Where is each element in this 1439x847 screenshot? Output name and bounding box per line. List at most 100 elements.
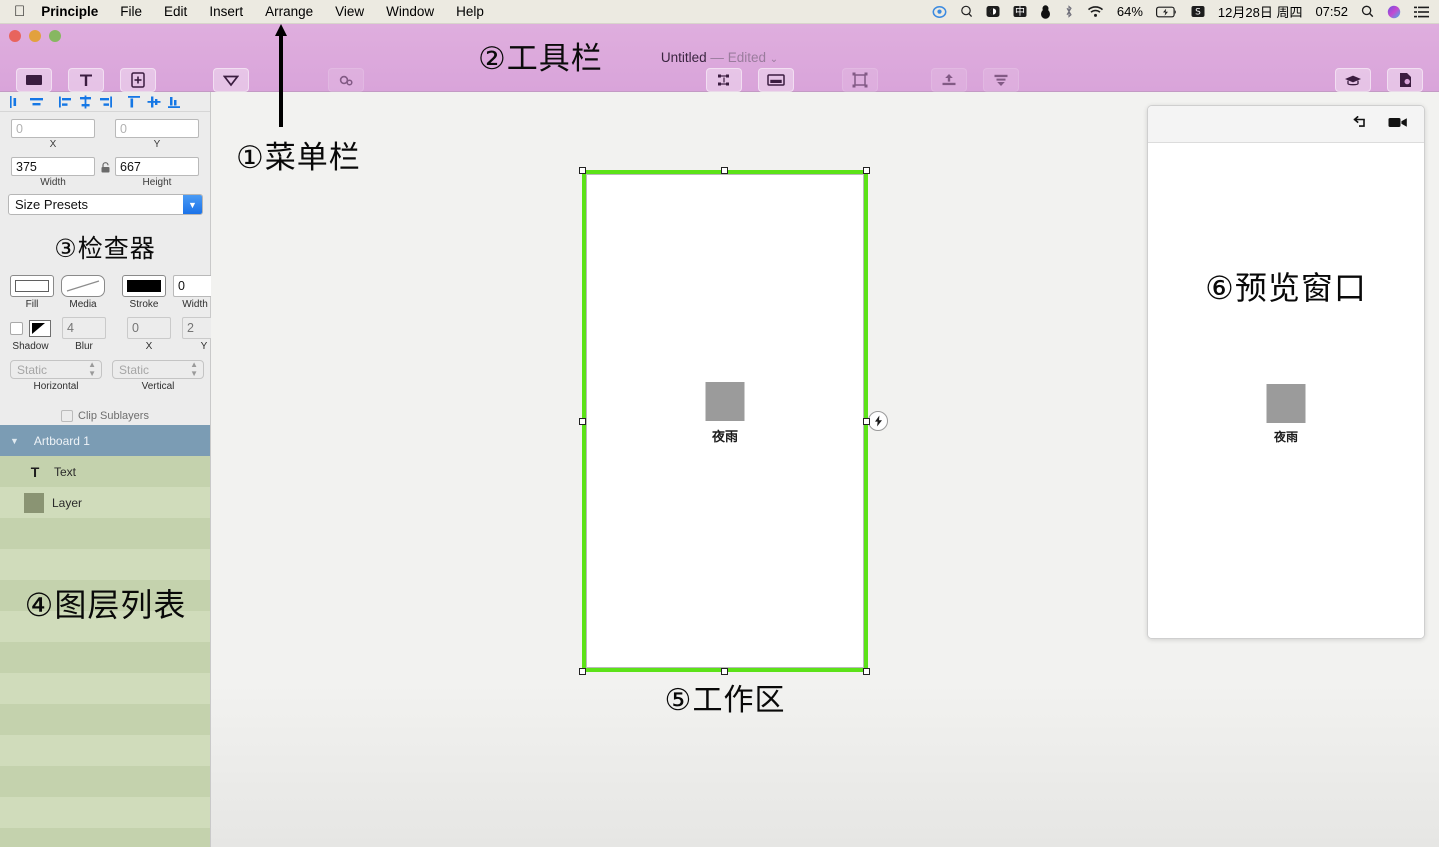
y-input[interactable] <box>115 119 199 138</box>
menu-item-file[interactable]: File <box>120 4 142 19</box>
wifi-icon[interactable] <box>1087 5 1104 18</box>
shadow-x-label: X <box>145 341 153 352</box>
shadow-x-input[interactable] <box>127 317 171 339</box>
shape-layer-icon <box>24 492 44 513</box>
menu-item-principle[interactable]: Principle <box>41 4 98 19</box>
clip-sublayers-row[interactable]: Clip Sublayers <box>0 410 210 422</box>
video-record-icon[interactable] <box>1388 116 1408 132</box>
svg-text:中: 中 <box>1015 5 1025 18</box>
distribute-center-icon[interactable] <box>77 95 94 109</box>
resize-handle-top-right[interactable] <box>863 167 870 174</box>
sogou-input-icon[interactable]: S <box>1191 5 1205 18</box>
fill-label: Fill <box>25 299 39 310</box>
distribute-right-icon[interactable] <box>97 95 114 109</box>
align-middle-icon[interactable] <box>146 95 163 109</box>
resize-handle-bottom-center[interactable] <box>721 668 728 675</box>
chevron-down-icon[interactable]: ▼ <box>183 195 202 214</box>
shadow-checkbox[interactable] <box>10 321 23 335</box>
close-window-button[interactable] <box>9 30 21 42</box>
menu-item-insert[interactable]: Insert <box>209 4 243 19</box>
menu-item-arrange[interactable]: Arrange <box>265 4 313 19</box>
media-cell: Media <box>61 275 105 310</box>
layer-row-text[interactable]: T Text <box>0 456 210 487</box>
clip-sublayers-checkbox[interactable] <box>61 410 74 422</box>
stroke-label: Stroke <box>129 299 159 310</box>
svg-text:S: S <box>1195 8 1201 18</box>
width-input[interactable] <box>11 157 95 176</box>
align-left-icon[interactable] <box>8 95 25 109</box>
document-title-bar: Untitled — Edited ⌄ <box>0 50 1439 65</box>
rectangle-icon <box>16 68 52 92</box>
reset-arrow-icon[interactable] <box>1350 115 1366 133</box>
shadow-row: Shadow Blur X Y <box>0 317 226 352</box>
layer-row-empty <box>0 549 210 580</box>
resize-handle-bottom-right[interactable] <box>863 668 870 675</box>
layer-row-artboard[interactable]: ▼ Artboard 1 <box>0 425 210 456</box>
annotation-arrow-to-menubar <box>275 24 287 127</box>
zoom-window-button[interactable] <box>49 30 61 42</box>
chevron-down-icon[interactable]: ⌄ <box>770 54 778 65</box>
preview-window-canvas[interactable]: ⑥预览窗口 夜雨 <box>1148 143 1424 638</box>
stroke-swatch[interactable] <box>122 275 166 297</box>
menu-item-view[interactable]: View <box>335 4 364 19</box>
disclosure-triangle-icon[interactable]: ▼ <box>10 436 19 446</box>
horizontal-constraint-select[interactable]: Static ▲ ▼ <box>10 360 102 379</box>
layer-name-artboard: Artboard 1 <box>33 433 90 448</box>
resize-handle-top-left[interactable] <box>579 167 586 174</box>
preview-window: ⑥预览窗口 夜雨 <box>1147 105 1425 639</box>
layer-row-empty <box>0 611 210 642</box>
align-top-icon[interactable] <box>126 95 143 109</box>
text-icon <box>68 68 104 92</box>
stepper-updown-icon[interactable]: ▲ ▼ <box>190 360 198 378</box>
menu-item-edit[interactable]: Edit <box>164 4 187 19</box>
artboard-rectangle-layer[interactable] <box>705 382 745 421</box>
fill-swatch[interactable] <box>10 275 54 297</box>
apple-logo-icon[interactable]:  <box>14 4 25 19</box>
preview-rectangle-layer[interactable] <box>1266 384 1306 423</box>
shadow-color-swatch[interactable] <box>29 319 51 337</box>
aspect-lock-icon[interactable] <box>98 161 112 179</box>
height-field-cell: Height <box>112 157 202 188</box>
spotlight-search-icon[interactable] <box>1361 5 1374 18</box>
x-input[interactable] <box>11 119 95 138</box>
resize-handle-middle-right[interactable] <box>863 418 870 425</box>
align-bottom-icon[interactable] <box>166 95 183 109</box>
media-swatch[interactable] <box>61 275 105 297</box>
height-input[interactable] <box>115 157 199 176</box>
resize-handle-bottom-left[interactable] <box>579 668 586 675</box>
drivers-icon <box>706 68 742 92</box>
magnifier-badge-icon[interactable] <box>960 5 973 18</box>
vertical-constraint-cell: Static ▲ ▼ Vertical <box>112 360 204 392</box>
size-presets-dropdown[interactable]: Size Presets ▼ <box>8 194 203 215</box>
menu-bar-status-area: 中 64% S 12月28日 周四 07:52 <box>919 2 1429 21</box>
menu-item-window[interactable]: Window <box>386 4 434 19</box>
control-center-icon[interactable] <box>1414 6 1429 18</box>
import-icon <box>213 68 249 92</box>
align-center-horizontal-icon[interactable] <box>28 95 45 109</box>
group-icon <box>842 68 878 92</box>
driver-link-icon[interactable] <box>868 411 888 431</box>
position-fields-row: X Y <box>0 119 210 150</box>
input-method-chinese-icon[interactable]: 中 <box>1013 5 1027 18</box>
preview-text-layer: 夜雨 <box>1273 430 1299 444</box>
bluetooth-icon[interactable] <box>1064 5 1074 18</box>
qq-penguin-icon[interactable] <box>1040 4 1051 19</box>
layer-row-layer[interactable]: Layer <box>0 487 210 518</box>
resize-handle-middle-left[interactable] <box>579 418 586 425</box>
distribute-left-icon[interactable] <box>57 95 74 109</box>
resize-handle-top-center[interactable] <box>721 167 728 174</box>
battery-charging-icon[interactable] <box>1155 6 1178 18</box>
menu-bar-date: 12月28日 周四 <box>1217 5 1303 20</box>
artboard-text-layer[interactable]: 夜雨 <box>712 426 738 445</box>
baidu-netdisk-icon[interactable] <box>932 5 947 18</box>
dark-mode-icon[interactable] <box>986 5 1000 18</box>
blur-input[interactable] <box>62 317 106 339</box>
menu-item-help[interactable]: Help <box>456 4 484 19</box>
vertical-constraint-select[interactable]: Static ▲ ▼ <box>112 360 204 379</box>
siri-icon[interactable] <box>1387 5 1401 19</box>
document-title: Untitled <box>660 50 707 65</box>
minimize-window-button[interactable] <box>29 30 41 42</box>
horizontal-constraint-value: Static <box>17 362 48 377</box>
stepper-updown-icon[interactable]: ▲ ▼ <box>88 360 96 378</box>
artboard-selection[interactable]: 夜雨 <box>579 167 870 675</box>
